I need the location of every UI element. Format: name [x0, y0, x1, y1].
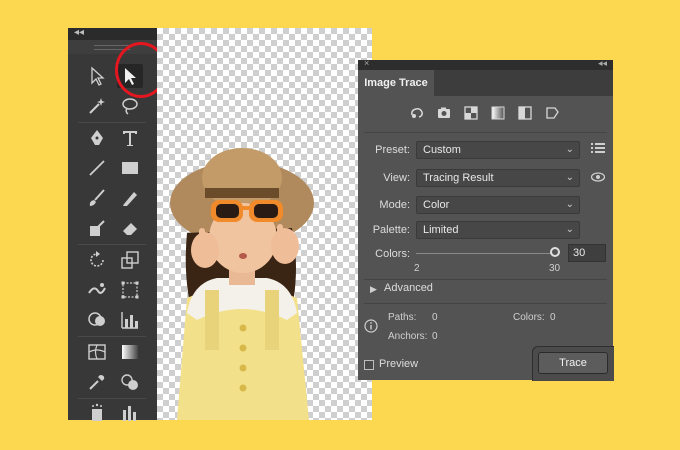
- line-tool-icon[interactable]: [84, 156, 110, 180]
- magic-wand-icon[interactable]: [84, 94, 110, 118]
- chevron-down-icon: ⌄: [565, 224, 574, 235]
- collapse-panel-icon[interactable]: ◂◂: [74, 27, 84, 39]
- preset-label: Preset:: [375, 144, 410, 156]
- eraser-icon[interactable]: [117, 216, 143, 240]
- rotate-tool-icon[interactable]: [84, 248, 110, 272]
- advanced-disclosure-icon[interactable]: ▶: [370, 284, 377, 295]
- colors-count-label: Colors:: [513, 312, 545, 323]
- mode-dropdown[interactable]: Color ⌄: [416, 196, 580, 214]
- chart-tool-icon[interactable]: [117, 308, 143, 332]
- low-color-icon[interactable]: [462, 104, 480, 122]
- preset-icons-row: [358, 96, 613, 130]
- anchors-value: 0: [432, 331, 438, 342]
- column-graph-icon[interactable]: [117, 400, 143, 424]
- info-icon: [364, 319, 378, 333]
- palette-value: Limited: [423, 224, 459, 236]
- mesh-tool-icon[interactable]: [84, 340, 110, 364]
- chevron-down-icon: ⌄: [565, 172, 574, 183]
- selection-tool-icon[interactable]: [84, 64, 110, 88]
- grayscale-icon[interactable]: [489, 104, 507, 122]
- gradient-tool-icon[interactable]: [117, 340, 143, 364]
- preset-dropdown[interactable]: Custom ⌄: [416, 141, 580, 159]
- colors-label: Colors:: [375, 248, 410, 260]
- tools-panel-header: ◂◂: [68, 27, 157, 40]
- artboard-canvas[interactable]: [157, 28, 372, 420]
- panel-topbar: × ◂◂: [358, 58, 613, 70]
- shaper-tool-icon[interactable]: [84, 216, 110, 240]
- type-tool-icon[interactable]: [117, 126, 143, 150]
- rectangle-tool-icon[interactable]: [117, 156, 143, 180]
- blend-tool-icon[interactable]: [117, 370, 143, 394]
- view-label: View:: [383, 172, 410, 184]
- view-value: Tracing Result: [423, 172, 494, 184]
- high-color-icon[interactable]: [435, 104, 453, 122]
- panel-tab-row: Image Trace: [358, 70, 613, 96]
- eyedropper-icon[interactable]: [84, 370, 110, 394]
- preview-checkbox[interactable]: [364, 360, 374, 370]
- black-white-icon[interactable]: [516, 104, 534, 122]
- palette-dropdown[interactable]: Limited ⌄: [416, 221, 580, 239]
- warp-tool-icon[interactable]: [84, 278, 110, 302]
- paintbrush-icon[interactable]: [84, 186, 110, 210]
- chevron-down-icon: ⌄: [565, 144, 574, 155]
- colors-count-value: 0: [550, 312, 556, 323]
- presets-menu-icon[interactable]: [590, 142, 606, 158]
- mode-label: Mode:: [379, 199, 410, 211]
- eye-icon[interactable]: [590, 170, 606, 186]
- auto-color-icon[interactable]: [408, 104, 426, 122]
- shape-builder-icon[interactable]: [84, 308, 110, 332]
- anchors-label: Anchors:: [388, 331, 428, 342]
- palette-label: Palette:: [372, 224, 410, 236]
- preset-value: Custom: [423, 144, 461, 156]
- colors-slider-knob[interactable]: [550, 247, 560, 257]
- outline-icon[interactable]: [543, 104, 561, 122]
- chevron-down-icon: ⌄: [565, 199, 574, 210]
- pen-tool-icon[interactable]: [84, 126, 110, 150]
- close-panel-icon[interactable]: ×: [364, 58, 369, 68]
- symbol-sprayer-icon[interactable]: [84, 400, 110, 424]
- colors-max-label: 30: [549, 263, 561, 274]
- scale-tool-icon[interactable]: [117, 248, 143, 272]
- colors-min-label: 2: [414, 263, 420, 274]
- advanced-toggle[interactable]: Advanced: [384, 282, 433, 294]
- free-transform-icon[interactable]: [117, 278, 143, 302]
- colors-slider-track[interactable]: [416, 253, 556, 254]
- paths-value: 0: [432, 312, 438, 323]
- pencil-icon[interactable]: [117, 186, 143, 210]
- paths-label: Paths:: [388, 312, 417, 323]
- mode-value: Color: [423, 199, 450, 211]
- tab-image-trace[interactable]: Image Trace: [358, 70, 434, 96]
- colors-input[interactable]: 30: [568, 244, 606, 262]
- view-dropdown[interactable]: Tracing Result ⌄: [416, 169, 580, 187]
- child-photo: [170, 148, 314, 420]
- collapse-panel-icon[interactable]: ◂◂: [598, 58, 607, 69]
- image-trace-panel: × ◂◂ Image Trace Preset: Custom ⌄ View:: [358, 58, 614, 381]
- trace-button[interactable]: Trace: [538, 352, 608, 374]
- preview-label: Preview: [379, 358, 419, 370]
